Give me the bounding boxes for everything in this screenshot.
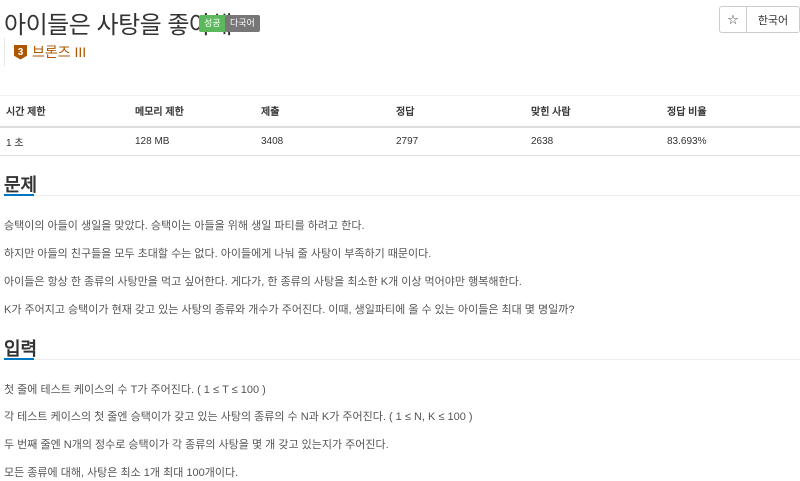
stats-header-submissions: 제출: [255, 95, 390, 128]
input-section-rule: [4, 359, 800, 360]
success-badge[interactable]: 성공: [199, 15, 226, 32]
input-paragraph: 모든 종류에 대해, 사탕은 최소 1개 최대 100개이다.: [4, 467, 239, 479]
toolbar-button-group: ☆ 한국어: [719, 6, 800, 33]
stats-memory-limit: 128 MB: [129, 126, 255, 156]
input-paragraph: 각 테스트 케이스의 첫 줄엔 승택이가 갖고 있는 사탕의 종류의 수 N과 …: [4, 411, 473, 423]
tier-label: 브론즈 III: [32, 44, 87, 60]
problem-header: 아이들은 사탕을 좋아해 성공 다국어 ☆ 한국어: [0, 0, 800, 39]
stats-header-ratio: 정답 비율: [661, 95, 800, 128]
language-label: 한국어: [757, 14, 789, 27]
multilang-badge[interactable]: 다국어: [225, 15, 260, 32]
stats-value-row: 1 초 128 MB 3408 2797 2638 83.693%: [0, 126, 800, 156]
stats-accepted: 2797: [390, 126, 525, 156]
input-paragraph: 두 번째 줄엔 N개의 정수로 승택이가 각 종류의 사탕을 몇 개 갖고 있는…: [4, 439, 389, 451]
star-icon: ☆: [727, 11, 739, 27]
problem-stats-table: 시간 제한 메모리 제한 제출 정답 맞힌 사람 정답 비율 1 초 128 M…: [0, 95, 800, 156]
problem-paragraph: 승택이의 아들이 생일을 맞았다. 승택이는 아들을 위해 생일 파티를 하려고…: [4, 220, 365, 232]
problem-title: 아이들은 사탕을 좋아해: [4, 12, 233, 39]
stats-ratio: 83.693%: [661, 126, 800, 156]
problem-section-rule: [4, 195, 800, 196]
input-paragraph: 첫 줄에 테스트 케이스의 수 T가 주어진다. ( 1 ≤ T ≤ 100 ): [4, 384, 266, 396]
problem-section-underline: [4, 194, 34, 196]
problem-paragraph: 하지만 아들의 친구들을 모두 초대할 수는 없다. 아이들에게 나눠 줄 사탕…: [4, 248, 432, 260]
problem-paragraph: 아이들은 항상 한 종류의 사탕만을 먹고 싶어한다. 게다가, 한 종류의 사…: [4, 276, 522, 288]
bronze-tier-icon: 3: [14, 44, 27, 60]
favorite-button[interactable]: ☆: [719, 6, 747, 33]
tier-indicator[interactable]: 3 브론즈 III: [4, 38, 86, 66]
stats-header-solvers: 맞힌 사람: [525, 95, 661, 128]
stats-header-row: 시간 제한 메모리 제한 제출 정답 맞힌 사람 정답 비율: [0, 95, 800, 128]
stats-header-memory-limit: 메모리 제한: [129, 95, 255, 128]
stats-submissions: 3408: [255, 126, 390, 156]
stats-header-time-limit: 시간 제한: [0, 95, 129, 128]
stats-header-accepted: 정답: [390, 95, 525, 128]
stats-solvers: 2638: [525, 126, 661, 156]
language-button[interactable]: 한국어: [746, 6, 800, 33]
input-section-underline: [4, 358, 34, 360]
stats-time-limit: 1 초: [0, 126, 129, 156]
problem-paragraph: K가 주어지고 승택이가 현재 갖고 있는 사탕의 종류와 개수가 주어진다. …: [4, 304, 575, 316]
